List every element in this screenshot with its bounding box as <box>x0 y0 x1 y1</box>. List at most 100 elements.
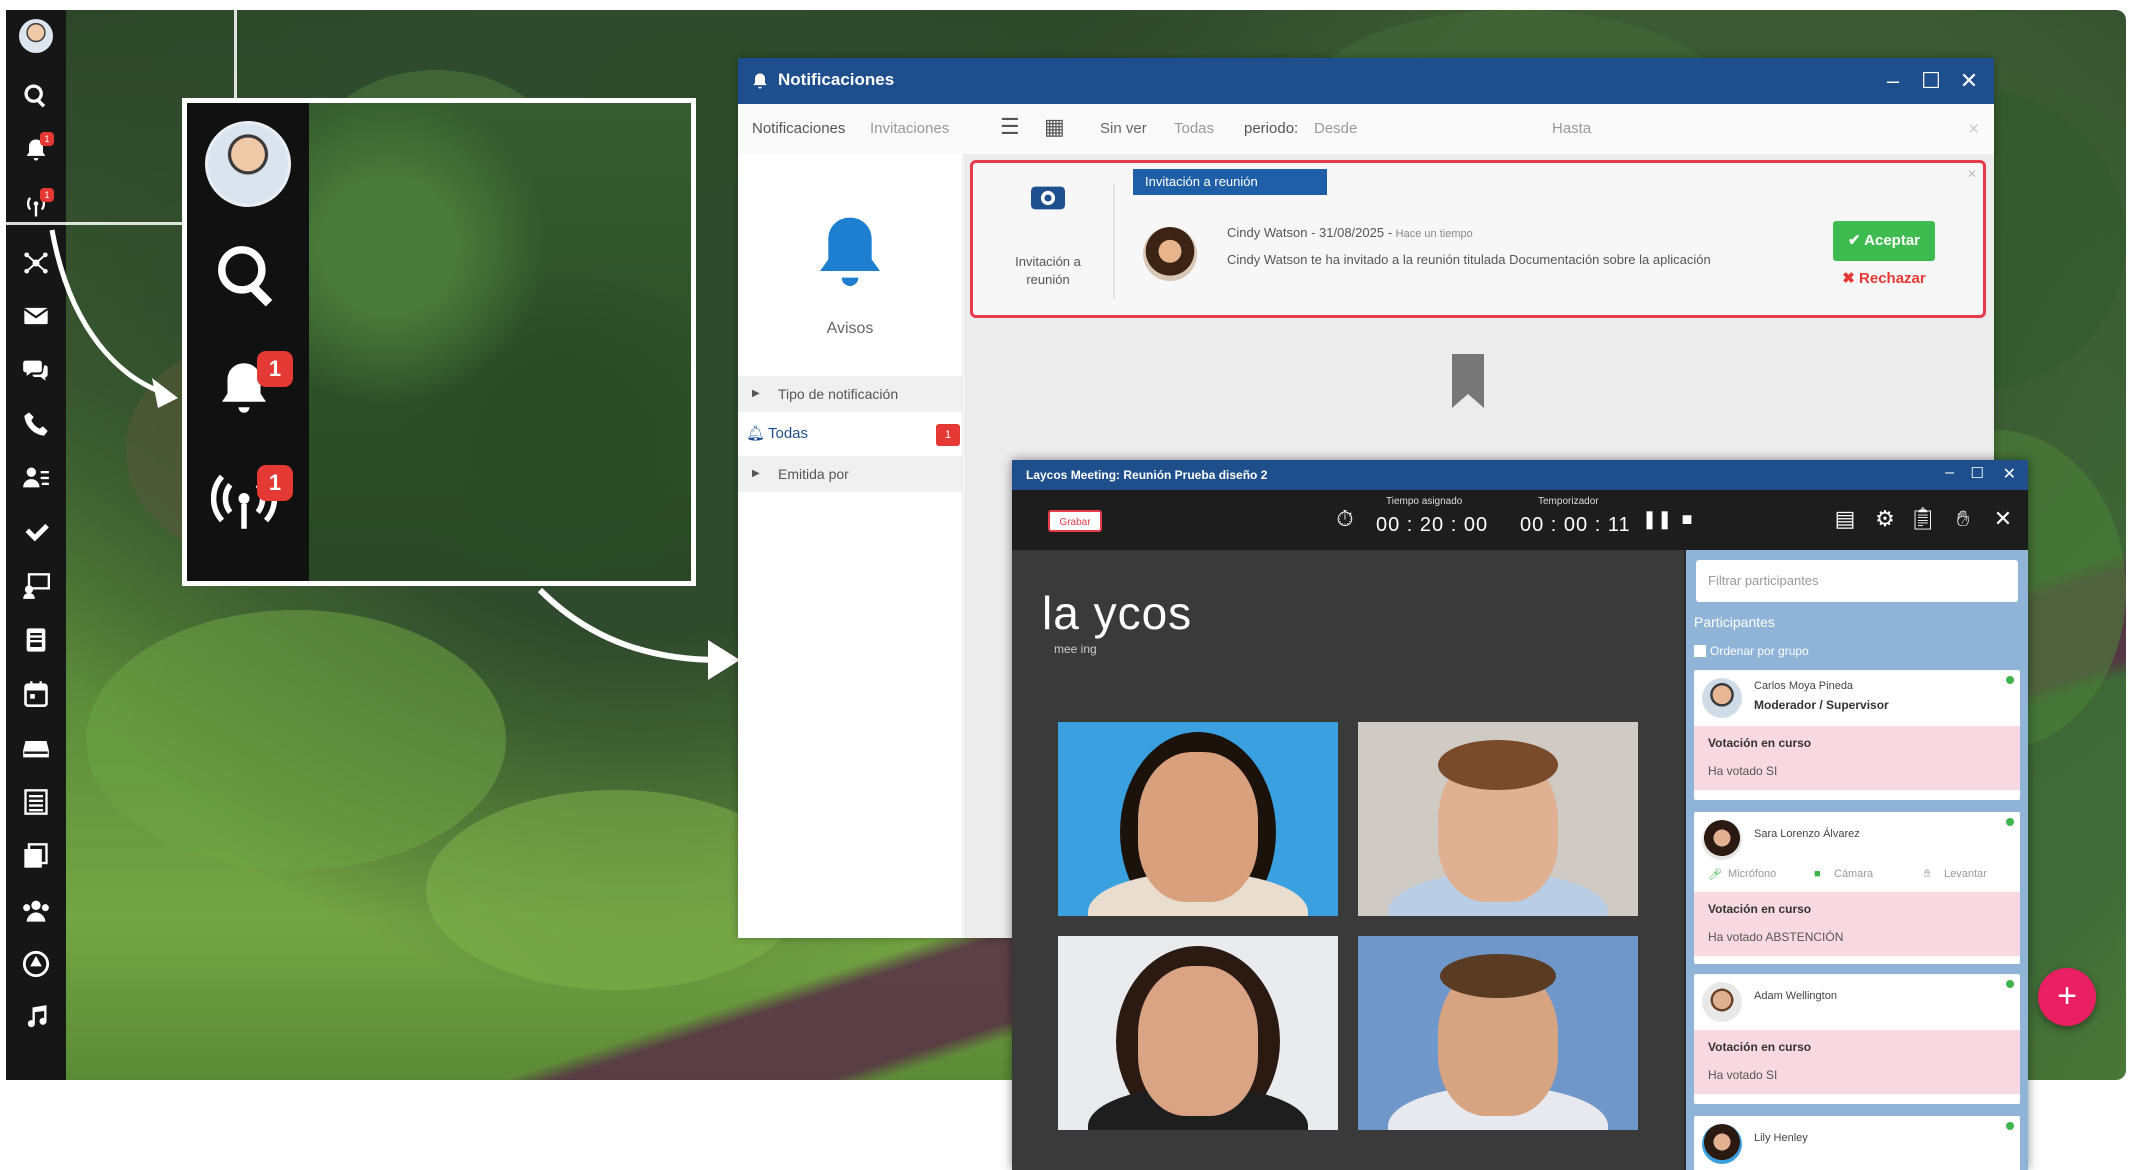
meeting-title: Laycos Meeting: Reunión Prueba diseño 2 <box>1026 468 1268 482</box>
chevron-right-icon: ▶ <box>752 468 760 479</box>
pause-icon[interactable]: ❚❚ <box>1642 504 1672 534</box>
online-indicator <box>2006 676 2014 684</box>
participant-card[interactable]: Lily Henley <box>1694 1116 2020 1170</box>
zoom-avatar <box>205 121 291 207</box>
group-toggle[interactable]: Ordenar por grupo <box>1694 644 1809 658</box>
zoom-search-icon <box>211 239 285 313</box>
camera-label: Cámara <box>1834 868 1874 880</box>
video-tile-2[interactable] <box>1358 722 1638 916</box>
projector-icon[interactable] <box>16 568 56 604</box>
stopwatch-icon: ⏱︎ <box>1336 506 1354 531</box>
video-tile-4[interactable] <box>1358 936 1638 1130</box>
sidebar-group-emitted[interactable]: ▶ Emitida por <box>738 456 962 492</box>
filter-unseen[interactable]: Sin ver <box>1100 120 1147 137</box>
raise-hand-label: Levantar <box>1944 868 1987 880</box>
participant-card[interactable]: Sara Lorenzo Álvarez 🎤︎ Micrófono ■ Cáma… <box>1694 812 2020 964</box>
card-sender: Cindy Watson <box>1227 225 1308 240</box>
group-icon[interactable] <box>16 892 56 928</box>
video-tile-3[interactable] <box>1058 936 1338 1130</box>
maximize-button[interactable]: ☐ <box>1916 66 1946 96</box>
calendar-icon[interactable] <box>16 676 56 712</box>
microphone-icon[interactable]: 🎤︎ <box>1708 868 1722 881</box>
timer-value: 00 : 00 : 11 <box>1520 514 1631 536</box>
filter-all[interactable]: Todas <box>1174 120 1214 137</box>
reject-button[interactable]: ✖ Rechazar <box>1833 269 1935 293</box>
camera-icon[interactable]: ■ <box>1814 868 1821 880</box>
participant-name: Sara Lorenzo Álvarez <box>1754 828 1860 840</box>
raise-hand-icon[interactable]: ✋︎ <box>1948 504 1978 534</box>
participant-card[interactable]: Adam Wellington Votación en curso Ha vot… <box>1694 974 2020 1104</box>
participant-filter-input[interactable]: Filtrar participantes <box>1696 560 2018 602</box>
online-indicator <box>2006 818 2014 826</box>
date-from-field[interactable]: Desde <box>1314 120 1357 137</box>
minimize-button[interactable]: – <box>1945 464 1954 482</box>
tab-notificaciones[interactable]: Notificaciones <box>752 120 845 137</box>
minimize-button[interactable]: – <box>1878 66 1908 96</box>
laycos-logo-sub: mee ing <box>1054 642 1097 656</box>
inbox-icon[interactable] <box>16 730 56 766</box>
close-button[interactable]: ✕ <box>1954 66 1984 96</box>
maximize-button[interactable]: ☐ <box>1971 464 1984 482</box>
address-book-icon[interactable] <box>16 622 56 658</box>
chevron-right-icon: ▶ <box>752 388 760 399</box>
users-list-icon[interactable] <box>16 460 56 496</box>
vote-status: Votación en curso Ha votado SI <box>1694 726 2020 790</box>
card-header-line: Cindy Watson - 31/08/2025 - Hace un tiem… <box>1227 225 1473 240</box>
gear-icon[interactable]: ⚙ <box>1870 504 1900 534</box>
period-label: periodo: <box>1244 120 1299 137</box>
sidebar-group-type[interactable]: ▶ Tipo de notificación <box>738 376 962 412</box>
participants-panel: Filtrar participantes Participantes Orde… <box>1686 550 2028 1170</box>
notifications-sidebar: Avisos ▶ Tipo de notificación 🔔︎ Todas 1… <box>738 154 963 938</box>
meeting-invite-icon <box>1031 186 1065 210</box>
sidebar-item-all[interactable]: 🔔︎ Todas 1 <box>738 416 962 452</box>
video-tile-1[interactable] <box>1058 722 1338 916</box>
music-icon[interactable] <box>16 1000 56 1036</box>
add-button[interactable]: + <box>2038 968 2096 1026</box>
list-icon[interactable] <box>16 784 56 820</box>
hand-icon[interactable]: ✋︎ <box>1924 868 1930 881</box>
participant-avatar <box>1702 982 1742 1022</box>
date-to-field[interactable]: Hasta <box>1552 120 1591 137</box>
calendar-view-icon[interactable]: ▦ <box>1044 114 1065 140</box>
stop-icon[interactable]: ■ <box>1672 504 1702 534</box>
video-stage: la ycos mee ing <box>1012 550 1684 1170</box>
check-icon[interactable] <box>16 514 56 550</box>
big-bell-icon <box>820 217 880 286</box>
online-indicator <box>2006 980 2014 988</box>
exit-icon[interactable]: ✕ <box>1988 504 2018 534</box>
bell-icon <box>753 73 767 89</box>
accept-button[interactable]: ✔ Aceptar <box>1833 221 1935 261</box>
participant-name: Carlos Moya Pineda <box>1754 680 1854 692</box>
card-tag: Invitación a reunión <box>1133 169 1327 195</box>
tab-invitaciones[interactable]: Invitaciones <box>870 120 949 137</box>
participant-name: Adam Wellington <box>1754 990 1837 1002</box>
record-button[interactable]: Grabar <box>1048 510 1102 532</box>
card-divider <box>1113 183 1115 299</box>
clipboard-icon[interactable]: 📋︎ <box>1908 504 1938 534</box>
participant-avatar <box>1702 1124 1742 1164</box>
meeting-toolbar: Grabar ⏱︎ Tiempo asignado 00 : 20 : 00 T… <box>1012 490 2028 550</box>
bell-icon: 🔔︎ <box>746 425 766 442</box>
mic-label: Micrófono <box>1728 868 1777 880</box>
participant-avatar <box>1702 678 1742 718</box>
clear-icon[interactable]: ✕ <box>1967 120 1980 138</box>
notifications-titlebar: Notificaciones – ☐ ✕ <box>738 58 1994 104</box>
bookmark-icon <box>1452 354 1484 408</box>
document-stack-icon[interactable] <box>16 838 56 874</box>
unread-badge: 1 <box>936 424 960 446</box>
list-view-icon[interactable]: ☰ <box>1000 114 1020 140</box>
calculator-icon[interactable]: ▤ <box>1830 504 1860 534</box>
card-type-label: Invitación a reunión <box>1015 254 1081 287</box>
arrow-to-window <box>537 587 740 680</box>
participant-card[interactable]: Carlos Moya Pineda Moderador / Superviso… <box>1694 670 2020 800</box>
checkbox-icon <box>1694 645 1706 657</box>
participant-name: Lily Henley <box>1754 1132 1808 1144</box>
card-close-icon[interactable]: ✕ <box>1967 167 1977 181</box>
close-button[interactable]: ✕ <box>2003 464 2016 484</box>
online-indicator <box>2006 1122 2014 1130</box>
zoom-callout: 1 1 <box>182 98 696 586</box>
drive-icon[interactable] <box>16 946 56 982</box>
laycos-logo: la ycos <box>1042 587 1193 639</box>
notification-card[interactable]: Invitación a reunión Invitación a reunió… <box>970 160 1986 318</box>
zoom-bell-badge: 1 <box>257 351 293 387</box>
